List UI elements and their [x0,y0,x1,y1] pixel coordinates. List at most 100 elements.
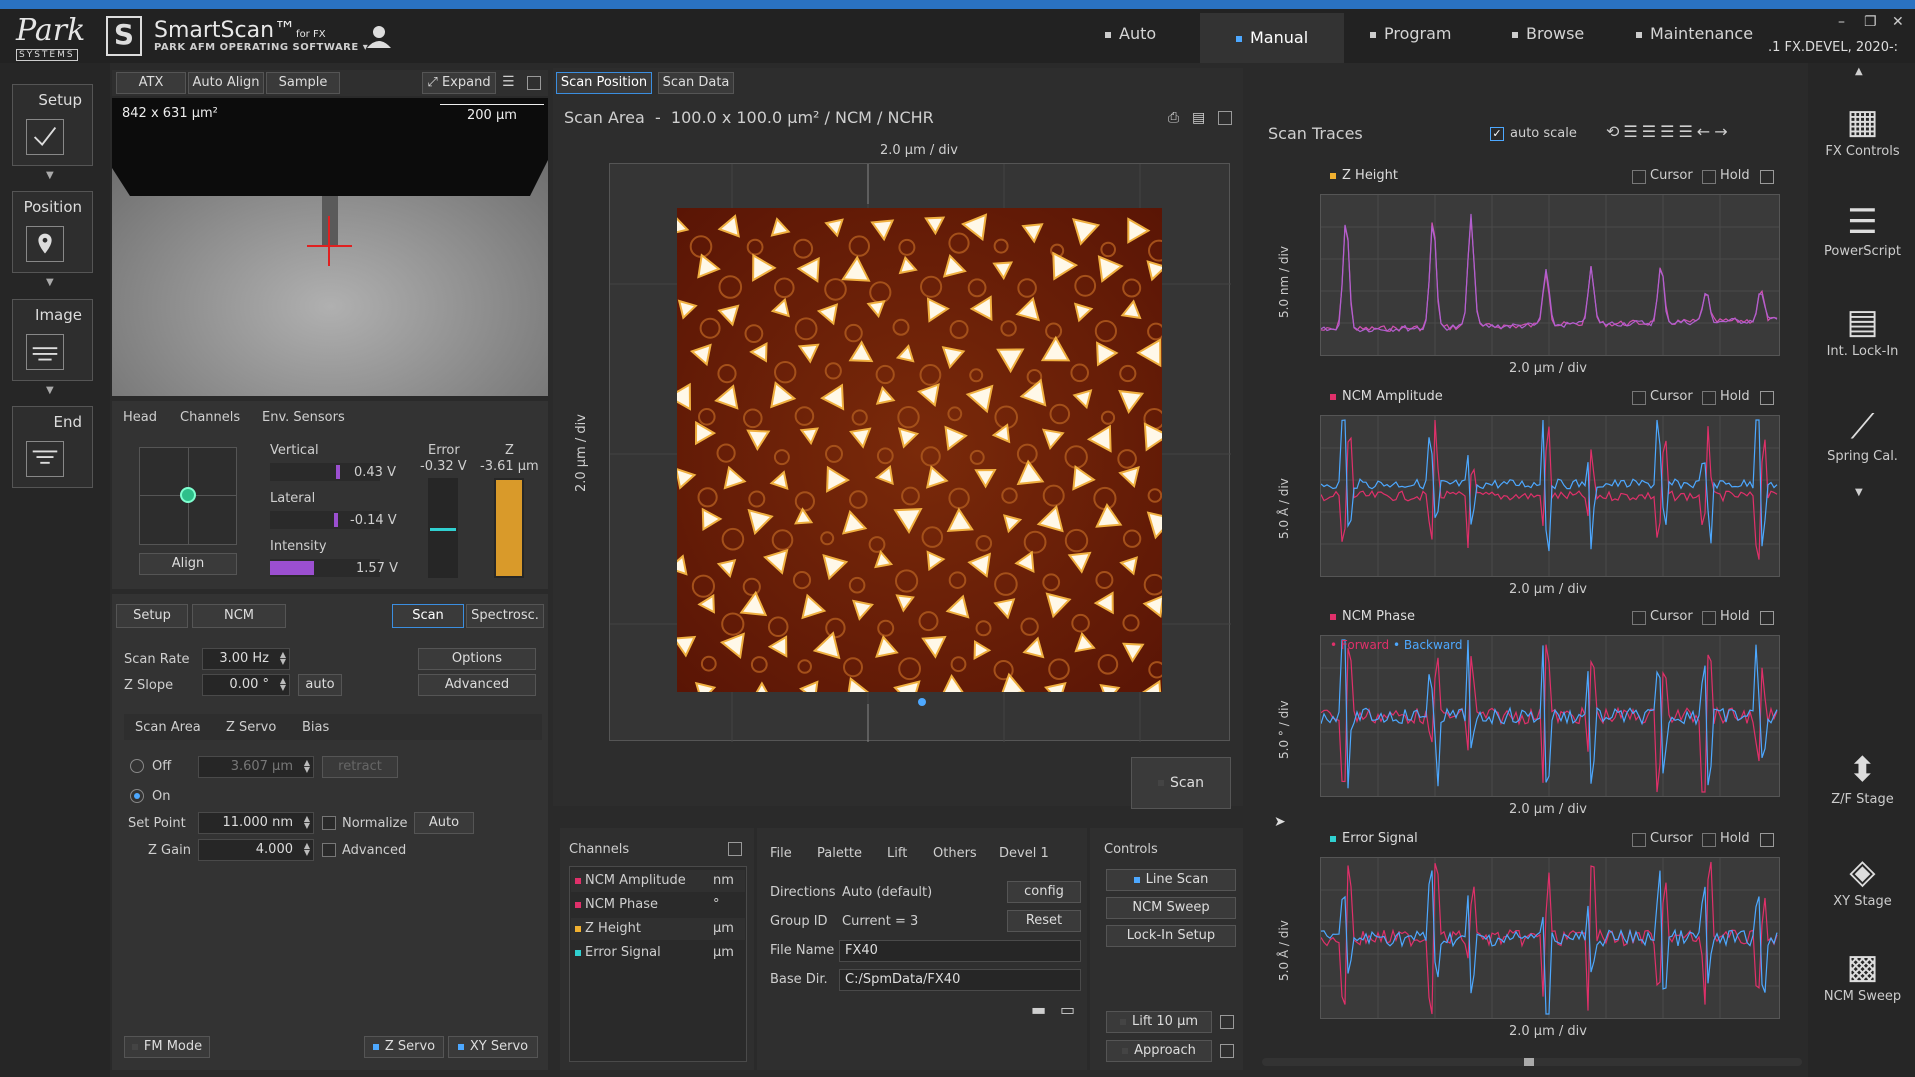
tab-program[interactable]: Program [1370,24,1452,43]
traces-scrollbar[interactable] [1262,1058,1802,1066]
line-scan-button[interactable]: Line Scan [1106,869,1236,891]
file-name-input[interactable]: FX40 [839,940,1081,962]
cursor-checkbox[interactable] [1632,170,1646,184]
tab-others[interactable]: Others [933,846,977,861]
scrollbar-thumb[interactable] [1524,1058,1534,1066]
subtab-bias[interactable]: Bias [302,720,329,735]
menu-icon[interactable] [1760,611,1774,625]
menu-icon[interactable] [1220,1015,1234,1029]
align-button[interactable]: Align [139,553,237,575]
ncm-sweep-button[interactable]: NCM Sweep [1106,897,1236,919]
hold-checkbox[interactable] [1702,611,1716,625]
chevron-down-icon[interactable]: ▼ [1855,487,1863,498]
advanced-button[interactable]: Advanced [418,674,536,696]
folder-open-icon[interactable]: ▭ [1060,1000,1075,1019]
normalize-checkbox[interactable] [322,816,336,830]
tool-int-lock-in[interactable]: ▤ Int. Lock-In [1810,300,1915,359]
tab-maintenance[interactable]: Maintenance [1636,24,1753,43]
chevron-up-icon[interactable]: ▲ [1855,66,1863,77]
menu-icon[interactable] [728,842,742,856]
cursor-checkbox[interactable] [1632,391,1646,405]
tool-fx-controls[interactable]: ▦ FX Controls [1810,100,1915,159]
hold-checkbox[interactable] [1702,170,1716,184]
scan-position-tab[interactable]: Scan Position [556,72,652,94]
hold-checkbox[interactable] [1702,833,1716,847]
reset-button[interactable]: Reset [1007,910,1081,932]
tab-spectroscopy[interactable]: Spectrosc. [466,604,544,628]
options-button[interactable]: Options [418,648,536,670]
subtab-z-servo[interactable]: Z Servo [226,720,276,735]
set-point-input[interactable]: 11.000 nm ▲ ▼ [198,812,314,834]
approach-button[interactable]: Approach [1106,1040,1212,1062]
z-slope-input[interactable]: 0.00 ° ▲ ▼ [202,674,290,696]
minimize-icon[interactable]: – [1838,14,1845,30]
z-gain-input[interactable]: 4.000 ▲ ▼ [198,839,314,861]
sample-tab[interactable]: Sample [266,72,340,94]
menu-icon[interactable] [1760,833,1774,847]
tool-ncm-sweep[interactable]: ▩ NCM Sweep [1810,945,1915,1004]
auto-slope-button[interactable]: auto [298,674,342,696]
tool-z-f-stage[interactable]: ⬍ Z/F Stage [1810,748,1915,807]
step-end[interactable]: End [12,406,93,488]
subtab-scan-area[interactable]: Scan Area [135,720,201,735]
tab-channels[interactable]: Channels [180,410,240,425]
tab-file[interactable]: File [770,846,792,861]
tab-browse[interactable]: Browse [1512,24,1584,43]
lock-in-setup-button[interactable]: Lock-In Setup [1106,925,1236,947]
cursor-checkbox[interactable] [1632,833,1646,847]
channel-row[interactable]: NCM Amplitude nm [571,870,745,892]
trace-plot[interactable] [1320,415,1780,577]
tab-ncm[interactable]: NCM [192,604,286,628]
save-icon[interactable]: ▤ [1192,110,1205,126]
camera-view[interactable] [112,98,548,396]
expand-button[interactable]: ⤢ Expand [422,72,496,94]
menu-icon[interactable] [1220,1044,1234,1058]
tab-head[interactable]: Head [123,410,157,425]
brand-subtitle[interactable]: PARK AFM OPERATING SOFTWARE ▾ [154,42,368,53]
off-radio[interactable] [130,759,144,773]
tool-xy-stage[interactable]: ◈ XY Stage [1810,850,1915,909]
off-value-input[interactable]: 3.607 µm ▲ ▼ [198,756,314,778]
lift-button[interactable]: Lift 10 µm [1106,1011,1212,1033]
config-button[interactable]: config [1007,881,1081,903]
advanced-checkbox[interactable] [322,843,336,857]
tab-manual[interactable]: Manual [1200,13,1345,63]
channel-row[interactable]: NCM Phase ° [571,894,745,916]
xy-servo-button[interactable]: XY Servo [448,1036,538,1058]
step-position[interactable]: Position [12,191,93,273]
z-servo-button[interactable]: Z Servo [364,1036,444,1058]
tab-env-sensors[interactable]: Env. Sensors [262,410,345,425]
clipboard-icon[interactable]: ⎙ [1168,110,1179,126]
channel-row[interactable]: Error Signal µm [571,942,745,964]
step-image[interactable]: Image [12,299,93,381]
tool-powerscript[interactable]: ☰ PowerScript [1810,200,1915,259]
scan-origin-handle[interactable] [918,698,926,706]
list-icon[interactable]: ☰ [502,74,515,90]
tab-auto[interactable]: Auto [1105,24,1156,43]
fm-mode-button[interactable]: FM Mode [124,1036,210,1058]
folder-icon[interactable]: ▬ [1031,1000,1046,1019]
menu-icon[interactable] [1218,111,1232,125]
on-radio[interactable] [130,789,144,803]
tool-spring-cal-[interactable]: ⟋ Spring Cal. [1810,405,1915,464]
scan-rate-input[interactable]: 3.00 Hz ▲ ▼ [202,648,290,670]
cursor-checkbox[interactable] [1632,611,1646,625]
tab-palette[interactable]: Palette [817,846,862,861]
scan-image[interactable] [677,208,1162,692]
menu-icon[interactable] [1760,170,1774,184]
base-dir-input[interactable]: C:/SpmData/FX40 [839,969,1081,991]
scan-button[interactable]: Scan [1131,757,1231,809]
user-icon[interactable] [366,24,392,50]
menu-icon[interactable] [1760,391,1774,405]
channel-row[interactable]: Z Height µm [571,918,745,940]
scan-data-tab[interactable]: Scan Data [658,72,734,94]
step-setup[interactable]: Setup [12,84,93,166]
restore-icon[interactable]: ❐ [1864,14,1877,30]
auto-setpoint-button[interactable]: Auto [414,812,474,834]
menu-icon[interactable] [527,76,541,90]
tab-setup[interactable]: Setup [116,604,188,628]
tab-scan[interactable]: Scan [392,604,464,628]
close-icon[interactable]: ✕ [1892,14,1904,30]
tab-lift[interactable]: Lift [887,846,907,861]
hold-checkbox[interactable] [1702,391,1716,405]
